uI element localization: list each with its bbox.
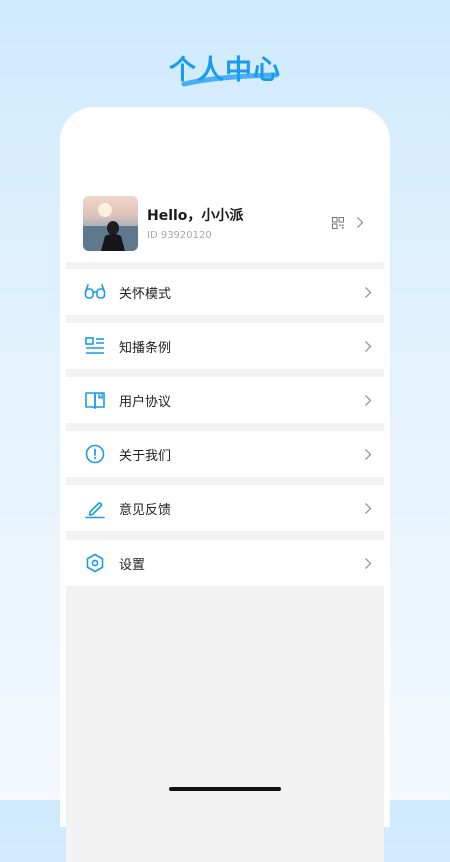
user-greeting: Hello，小小派 (147, 208, 244, 224)
menu-item-care-mode[interactable]: 关怀模式 (66, 269, 384, 315)
home-indicator[interactable] (169, 787, 281, 791)
menu-item-settings[interactable]: 设置 (66, 540, 384, 586)
hexagon-settings-icon (86, 553, 104, 573)
glasses-icon (84, 284, 106, 299)
avatar[interactable] (83, 196, 138, 251)
chevron-right-icon (365, 449, 372, 460)
menu-item-user-agreement[interactable]: 用户协议 (66, 377, 384, 423)
chevron-right-icon (365, 503, 372, 514)
chevron-right-icon (365, 341, 372, 352)
avatar-photo (83, 203, 138, 251)
chevron-right-icon (365, 287, 372, 298)
profile-card: Hello，小小派 ID 93920120 关怀模式 知播条例 用户协议 关于我… (60, 107, 390, 862)
qr-code-icon[interactable] (332, 217, 344, 229)
title-underline-swoosh (181, 72, 279, 87)
list-document-icon (85, 337, 104, 354)
menu-item-label: 用户协议 (119, 395, 172, 410)
chevron-right-icon (365, 558, 372, 569)
menu-item-regulations[interactable]: 知播条例 (66, 323, 384, 369)
info-circle-icon (85, 444, 105, 464)
menu-item-label: 关怀模式 (119, 287, 172, 302)
chevron-right-icon (365, 395, 372, 406)
chevron-right-icon (357, 217, 364, 228)
menu-item-label: 知播条例 (119, 341, 172, 356)
menu-item-about-us[interactable]: 关于我们 (66, 431, 384, 477)
profile-section[interactable]: Hello，小小派 ID 93920120 (66, 193, 384, 263)
menu-item-label: 意见反馈 (119, 503, 172, 518)
menu-item-label: 关于我们 (119, 449, 172, 464)
book-icon (85, 392, 105, 409)
menu-item-feedback[interactable]: 意见反馈 (66, 485, 384, 531)
user-id: ID 93920120 (147, 230, 212, 241)
menu-item-label: 设置 (119, 558, 146, 573)
pen-icon (85, 502, 105, 519)
